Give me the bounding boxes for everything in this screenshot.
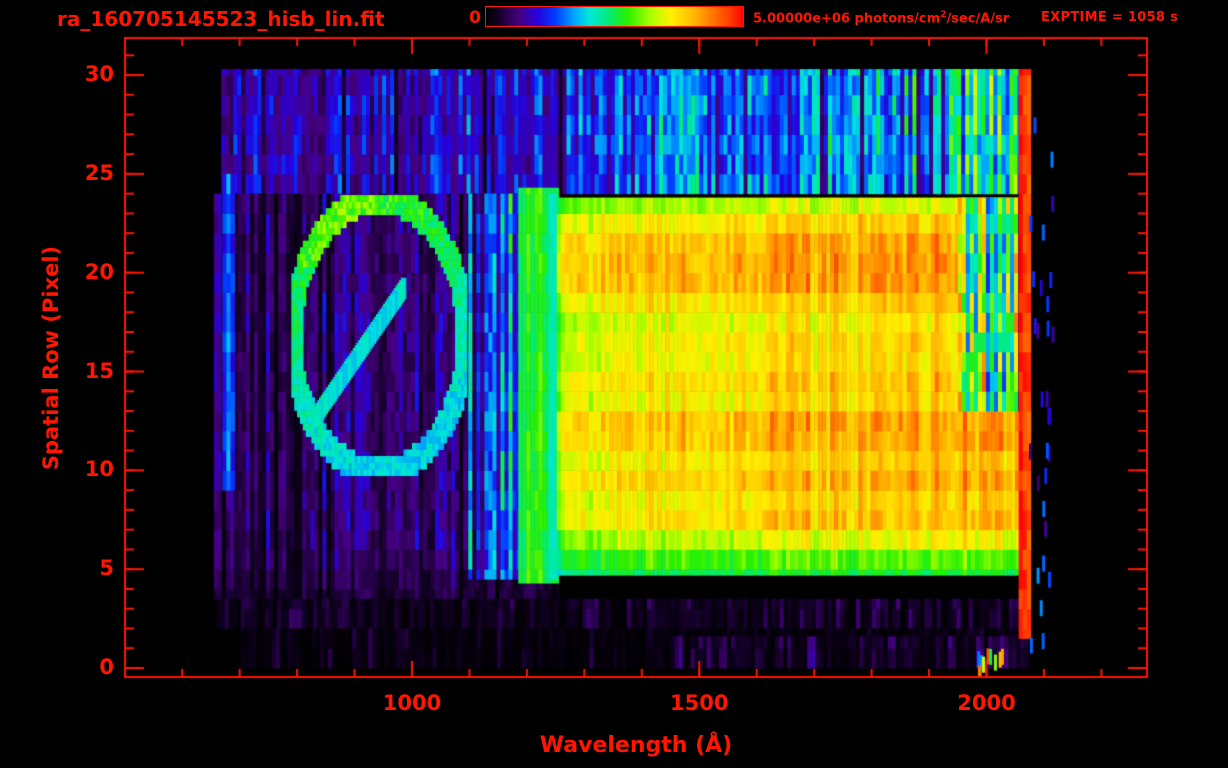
spectrum-heatmap-canvas: [0, 0, 1228, 768]
y-tick-label: 30: [84, 62, 114, 87]
colorbar-max-value: 5.00000e+06 photons/cm: [753, 11, 941, 27]
colorbar-units-suffix: /sec/A/sr: [946, 11, 1010, 27]
y-tick-label: 20: [84, 259, 114, 284]
y-axis-title: Spatial Row (Pixel): [39, 245, 63, 471]
colorbar-min-label: 0: [469, 8, 481, 28]
y-tick-label: 5: [99, 556, 114, 581]
y-tick-label: 0: [99, 655, 114, 679]
spectrum-viewer-window: ra_160705145523_hisb_lin.fit 0 5.00000e+…: [0, 0, 1228, 768]
y-tick-label: 15: [84, 358, 114, 383]
x-tick-label: 2000: [957, 691, 1016, 715]
x-tick-label: 1500: [670, 691, 729, 715]
colorbar-gradient: [485, 6, 744, 27]
y-tick-label: 10: [84, 457, 114, 482]
x-axis-title: Wavelength (Å): [539, 733, 733, 758]
file-title: ra_160705145523_hisb_lin.fit: [57, 7, 385, 31]
colorbar-max-label: 5.00000e+06 photons/cm2/sec/A/sr: [753, 10, 1009, 26]
x-tick-label: 1000: [382, 691, 442, 715]
y-tick-label: 25: [84, 160, 114, 185]
exptime-label: EXPTIME = 1058 s: [1041, 10, 1179, 25]
